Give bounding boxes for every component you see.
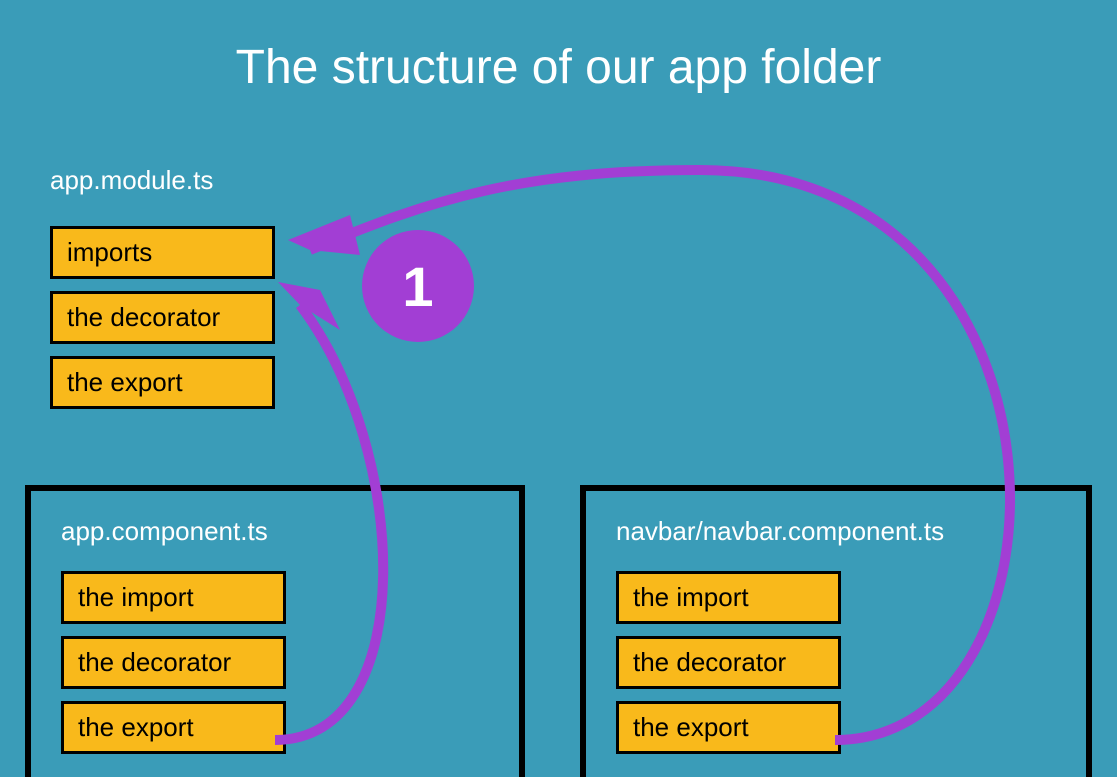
- step-number: 1: [402, 254, 433, 319]
- component-panel-navbar: navbar/navbar.component.ts the import th…: [580, 485, 1092, 777]
- module-item-imports: imports: [50, 226, 275, 279]
- module-items: imports the decorator the export: [50, 226, 275, 409]
- component-panel-app: app.component.ts the import the decorato…: [25, 485, 525, 777]
- module-item-decorator: the decorator: [50, 291, 275, 344]
- component-item-import: the import: [61, 571, 286, 624]
- component-item-export: the export: [61, 701, 286, 754]
- step-badge: 1: [362, 230, 474, 342]
- module-item-export: the export: [50, 356, 275, 409]
- component-items-app: the import the decorator the export: [61, 571, 489, 754]
- module-section: app.module.ts imports the decorator the …: [50, 165, 275, 409]
- arrow-head-left: [278, 282, 340, 330]
- component-items-navbar: the import the decorator the export: [616, 571, 1056, 754]
- component-item-decorator: the decorator: [616, 636, 841, 689]
- component-item-export: the export: [616, 701, 841, 754]
- arrow-head-right: [288, 215, 360, 255]
- slide-title: The structure of our app folder: [0, 40, 1117, 95]
- component-filename-navbar: navbar/navbar.component.ts: [616, 516, 1056, 547]
- module-filename: app.module.ts: [50, 165, 275, 196]
- component-filename-app: app.component.ts: [61, 516, 489, 547]
- component-item-decorator: the decorator: [61, 636, 286, 689]
- component-item-import: the import: [616, 571, 841, 624]
